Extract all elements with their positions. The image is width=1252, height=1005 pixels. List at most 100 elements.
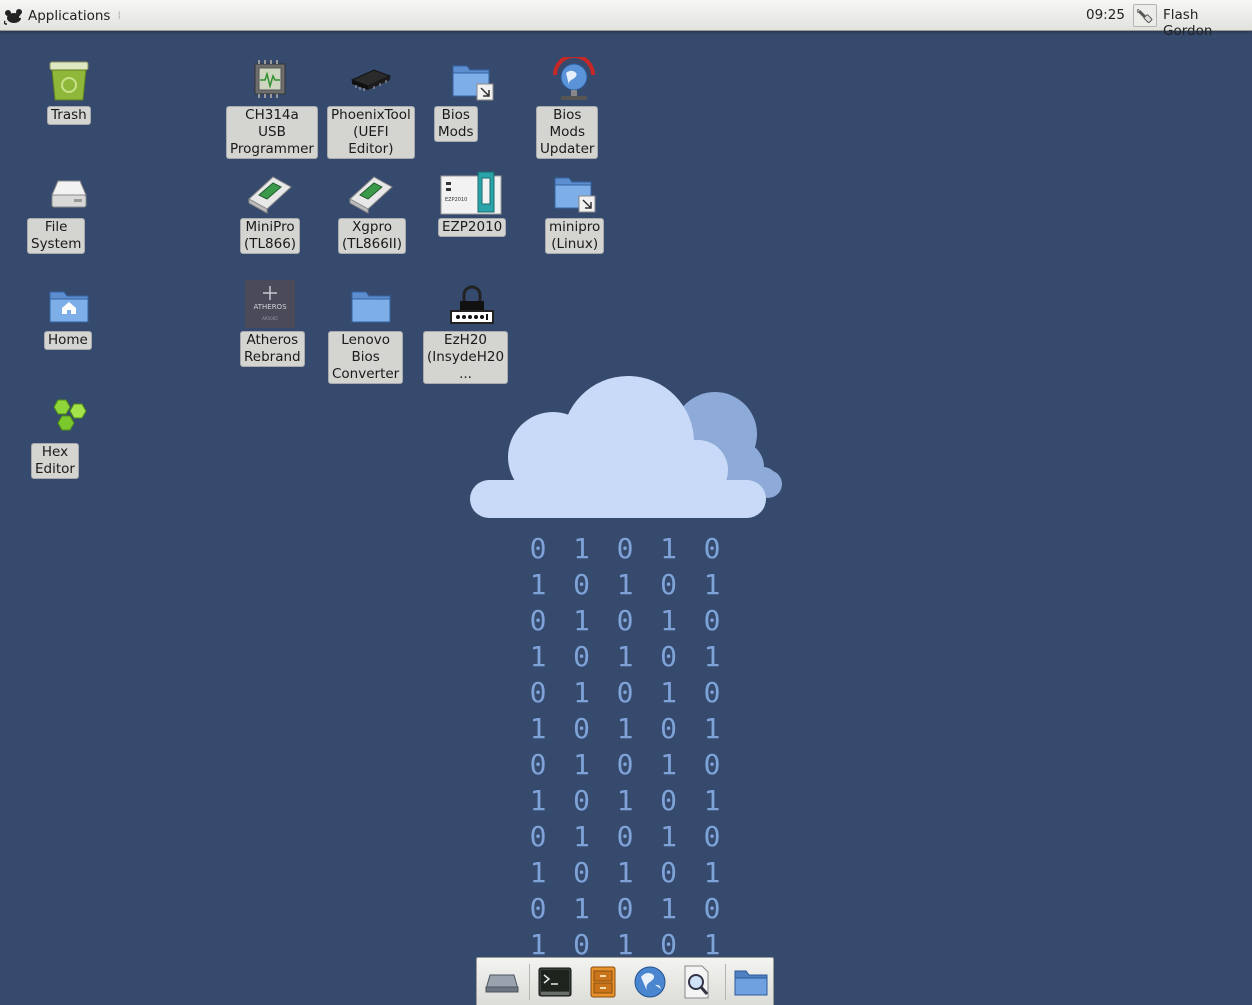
- binary-digit: 1: [616, 784, 634, 817]
- ch314a-label: CH314a USB Programmer: [226, 106, 318, 159]
- file-manager-icon[interactable]: [584, 963, 622, 1001]
- binary-digit: 1: [573, 604, 590, 637]
- binary-row: 10101: [520, 640, 730, 676]
- binary-row: 01010: [520, 892, 730, 928]
- applications-label: Applications: [28, 7, 111, 24]
- network-globe-icon: [549, 55, 599, 105]
- programmer-device-icon: [346, 167, 396, 217]
- binary-digit: 0: [529, 532, 547, 565]
- dock-panel: [476, 957, 774, 1005]
- binary-digit: 1: [703, 856, 721, 889]
- binary-digit: 1: [703, 928, 721, 960]
- binary-digit: 1: [660, 748, 677, 781]
- binary-digit: 0: [703, 820, 721, 853]
- trash-icon: [44, 56, 94, 106]
- dock-separator: [529, 964, 530, 1000]
- binary-digit: 0: [703, 748, 721, 781]
- binary-digit: 0: [660, 640, 677, 673]
- binary-digit: 0: [703, 892, 721, 925]
- binary-digit: 1: [703, 640, 721, 673]
- binary-digit: 0: [529, 820, 547, 853]
- binary-digit: 1: [616, 928, 634, 960]
- hex-editor-icon: [44, 392, 94, 442]
- binary-digit: 0: [703, 676, 721, 709]
- svg-text:AR5005: AR5005: [262, 316, 278, 321]
- lenovo-label: Lenovo Bios Converter: [328, 331, 404, 384]
- binary-digit: 0: [573, 712, 590, 745]
- folder-link-icon: [447, 56, 497, 106]
- web-browser-icon[interactable]: [631, 963, 669, 1001]
- binary-row: 01010: [520, 676, 730, 712]
- binary-digit: 1: [529, 640, 547, 673]
- binary-digit: 1: [529, 928, 547, 960]
- svg-text:ATHEROS: ATHEROS: [253, 303, 287, 311]
- panel-clock[interactable]: 09:25: [1086, 7, 1125, 23]
- binary-row: 10101: [520, 568, 730, 604]
- binary-digit: 1: [660, 604, 677, 637]
- ezp2010-label: EZP2010: [438, 218, 507, 237]
- xfce-mouse-icon: [4, 8, 22, 25]
- trash-label: Trash: [47, 106, 91, 125]
- folder-link-icon: [549, 168, 599, 218]
- applications-menu-button[interactable]: Applications ⁞: [4, 4, 121, 27]
- folder-icon: [346, 280, 396, 330]
- top-panel: Applications ⁞ 09:25 Flash Gordon: [0, 0, 1252, 39]
- binary-digit: 1: [616, 640, 634, 673]
- binary-digit: 1: [660, 676, 677, 709]
- binary-row: 10101: [520, 784, 730, 820]
- drive-icon[interactable]: [483, 963, 521, 1001]
- panel-grip-icon: ⁞: [117, 9, 120, 22]
- binary-digit: 1: [660, 532, 677, 565]
- binary-digit: 0: [616, 604, 634, 637]
- binary-digit: 1: [573, 676, 590, 709]
- binary-row: 10101: [520, 856, 730, 892]
- binary-digit: 0: [703, 604, 721, 637]
- binary-digit: 0: [660, 928, 677, 960]
- bios-chip-icon: [346, 54, 396, 104]
- bios-mods-label: Bios Mods: [434, 106, 478, 142]
- user-plug-icon[interactable]: [1133, 4, 1157, 27]
- binary-digit: 0: [616, 676, 634, 709]
- svg-text:EZP2010: EZP2010: [445, 197, 467, 203]
- binary-digit: 1: [529, 856, 547, 889]
- hex-editor-label: Hex Editor: [31, 443, 79, 479]
- binary-digit: 1: [616, 856, 634, 889]
- hard-drive-icon: [44, 167, 94, 217]
- programmer-device-icon: [245, 167, 295, 217]
- minipro-linux-label: minipro (Linux): [545, 218, 605, 254]
- search-icon[interactable]: [678, 963, 716, 1001]
- binary-digit: 1: [573, 892, 590, 925]
- dock-separator: [725, 964, 726, 1000]
- binary-row: 01010: [520, 604, 730, 640]
- file-system-label: File System: [27, 218, 86, 254]
- binary-digit: 1: [703, 712, 721, 745]
- binary-digit: 0: [660, 856, 677, 889]
- binary-digit: 0: [616, 532, 634, 565]
- binary-digit: 1: [573, 820, 590, 853]
- bios-mods-updater-label: Bios Mods Updater: [536, 106, 599, 159]
- home-label: Home: [44, 331, 92, 350]
- binary-digit: 0: [573, 928, 590, 960]
- chip-icon: [245, 54, 295, 104]
- wallpaper-cloud: [470, 376, 782, 518]
- binary-digit: 0: [529, 892, 547, 925]
- binary-digit: 1: [573, 532, 590, 565]
- binary-digit: 1: [616, 568, 634, 601]
- binary-row: 01010: [520, 820, 730, 856]
- folder-icon[interactable]: [732, 963, 770, 1001]
- binary-row: 10101: [520, 928, 730, 960]
- binary-digit: 0: [573, 856, 590, 889]
- ezp2010-device-icon: EZP2010: [440, 168, 502, 218]
- home-folder-icon: [44, 280, 94, 330]
- terminal-icon[interactable]: [536, 963, 574, 1001]
- atheros-logo-icon: ATHEROS AR5005: [245, 279, 295, 329]
- lock-password-icon: [447, 279, 497, 329]
- binary-row: 01010: [520, 532, 730, 568]
- binary-row: 01010: [520, 748, 730, 784]
- user-name[interactable]: Flash Gordon: [1163, 7, 1252, 39]
- binary-digit: 1: [529, 712, 547, 745]
- binary-digit: 1: [703, 568, 721, 601]
- binary-digit: 1: [703, 784, 721, 817]
- binary-digit: 1: [616, 712, 634, 745]
- binary-digit: 1: [660, 820, 677, 853]
